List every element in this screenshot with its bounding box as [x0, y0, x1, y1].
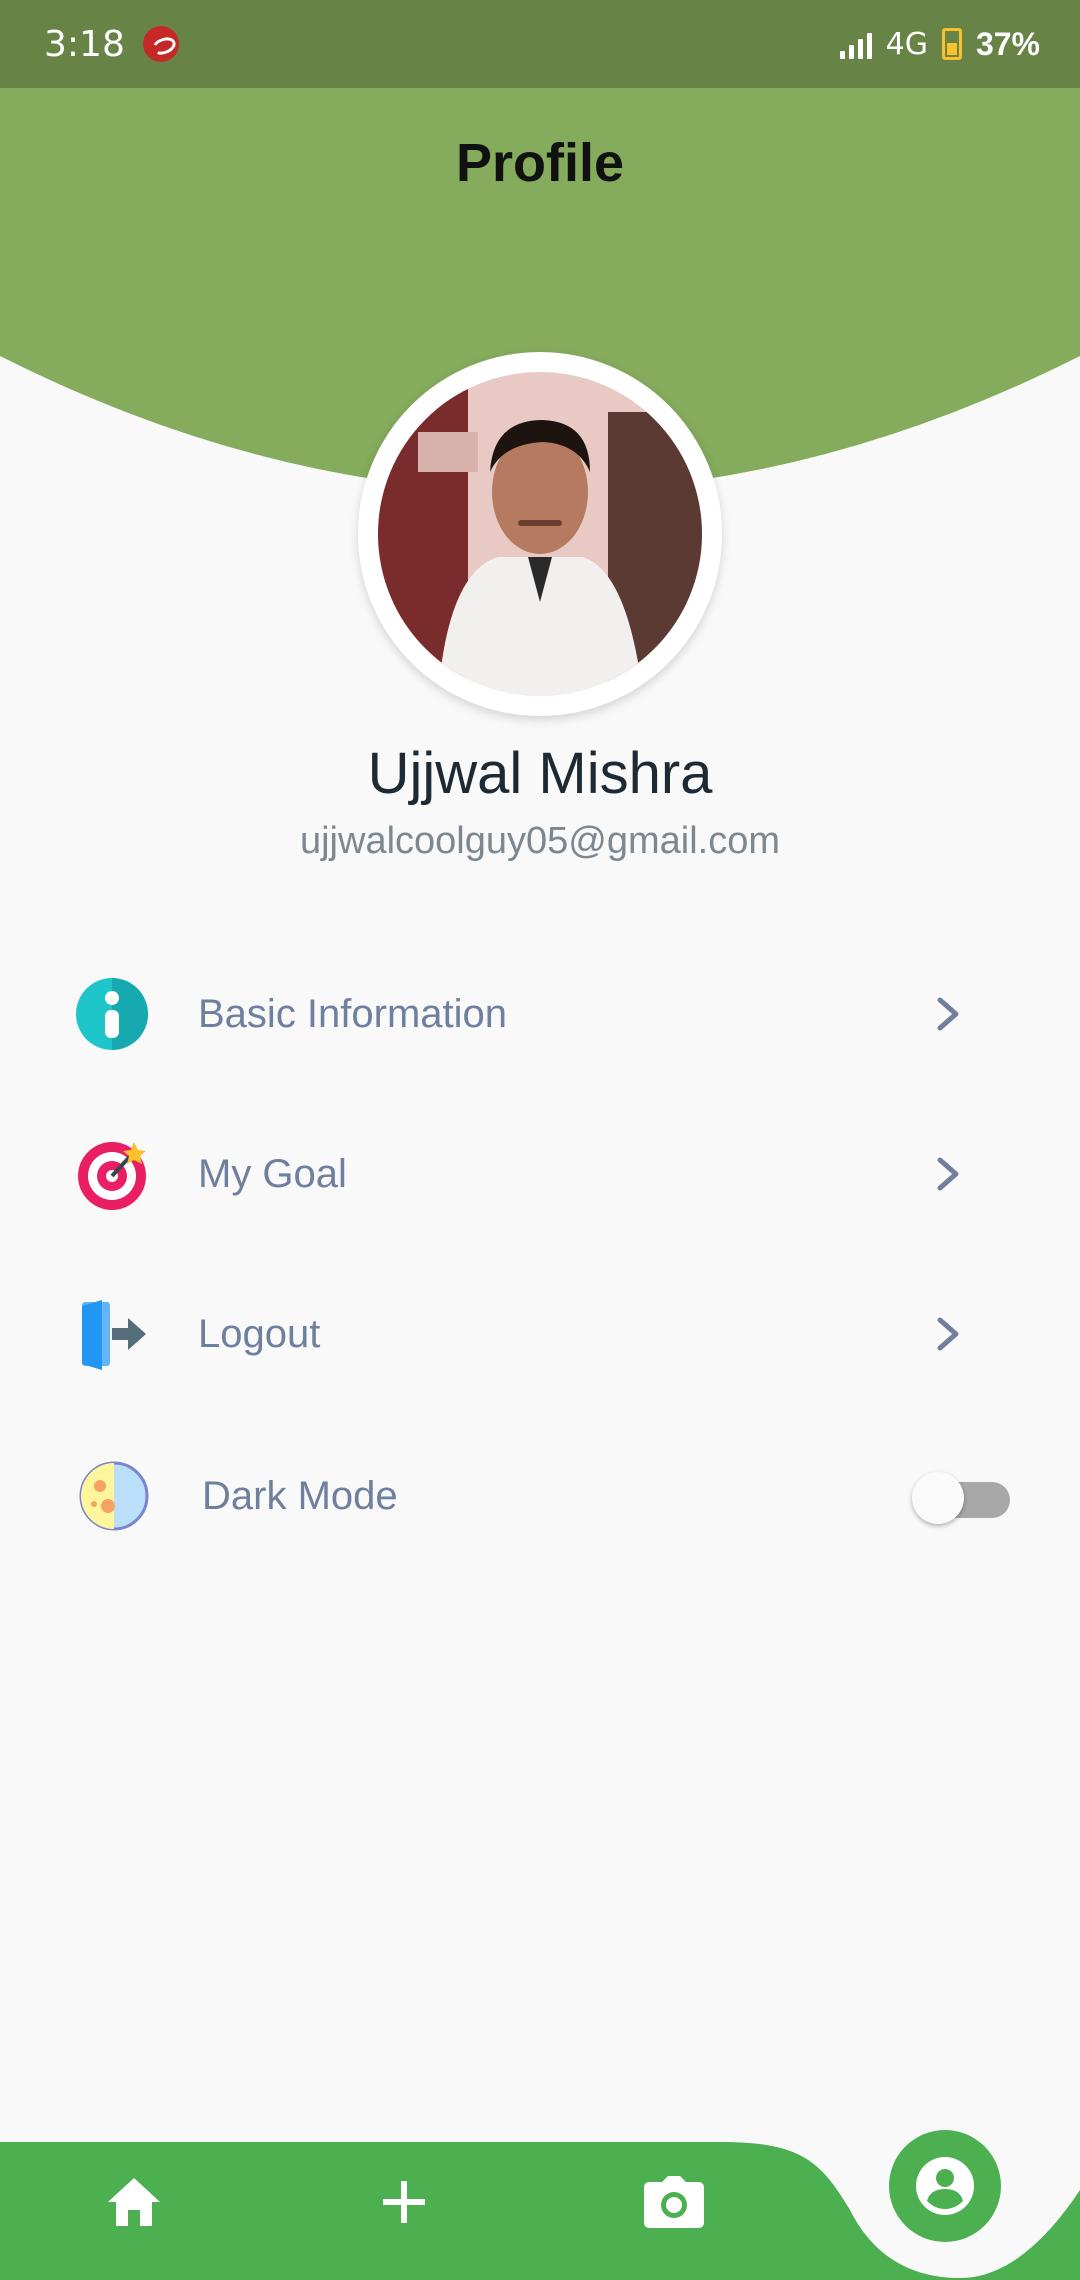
logout-door-icon — [82, 1300, 146, 1370]
chevron-right-icon — [937, 997, 959, 1031]
nav-home-button[interactable] — [94, 2162, 174, 2242]
network-label: 4G — [885, 26, 928, 62]
toggle-thumb — [912, 1472, 964, 1524]
battery-icon — [941, 28, 962, 60]
chevron-right-icon — [937, 1317, 959, 1351]
home-icon — [108, 2178, 160, 2226]
chevron-right-icon — [937, 1157, 959, 1191]
status-time: 3:18 — [44, 23, 125, 65]
status-bar: 3:18 4G 37% — [0, 0, 1080, 88]
menu-item-my-goal[interactable]: My Goal — [0, 1114, 1080, 1234]
target-icon — [78, 1142, 146, 1210]
avatar — [378, 372, 702, 696]
status-left: 3:18 — [44, 24, 179, 65]
menu-item-label: Basic Information — [198, 991, 508, 1036]
bottom-navigation — [0, 2130, 1080, 2280]
carrier-icon — [142, 26, 179, 62]
status-right: 4G 37% — [839, 25, 1040, 63]
menu-item-basic-information[interactable]: Basic Information — [0, 954, 1080, 1074]
signal-icon — [839, 29, 872, 59]
user-email: ujjwalcoolguy05@gmail.com — [299, 820, 780, 862]
plus-icon — [383, 2181, 425, 2223]
menu-item-logout[interactable]: Logout — [0, 1274, 1080, 1394]
nav-profile-button[interactable] — [889, 2130, 1001, 2242]
menu-item-label: My Goal — [198, 1151, 347, 1196]
nav-camera-button[interactable] — [634, 2162, 714, 2242]
camera-icon — [644, 2176, 704, 2228]
moon-icon — [79, 1461, 149, 1531]
battery-text: 37% — [975, 25, 1040, 62]
info-icon — [76, 978, 148, 1050]
account-icon — [916, 2157, 974, 2215]
avatar-frame[interactable] — [358, 352, 722, 716]
page-title: Profile — [455, 133, 625, 193]
dark-mode-toggle[interactable] — [912, 1472, 1012, 1524]
nav-add-button[interactable] — [364, 2162, 444, 2242]
menu-item-label: Logout — [198, 1311, 321, 1356]
dark-mode-label: Dark Mode — [202, 1473, 398, 1518]
user-name: Ujjwal Mishra — [367, 741, 713, 806]
